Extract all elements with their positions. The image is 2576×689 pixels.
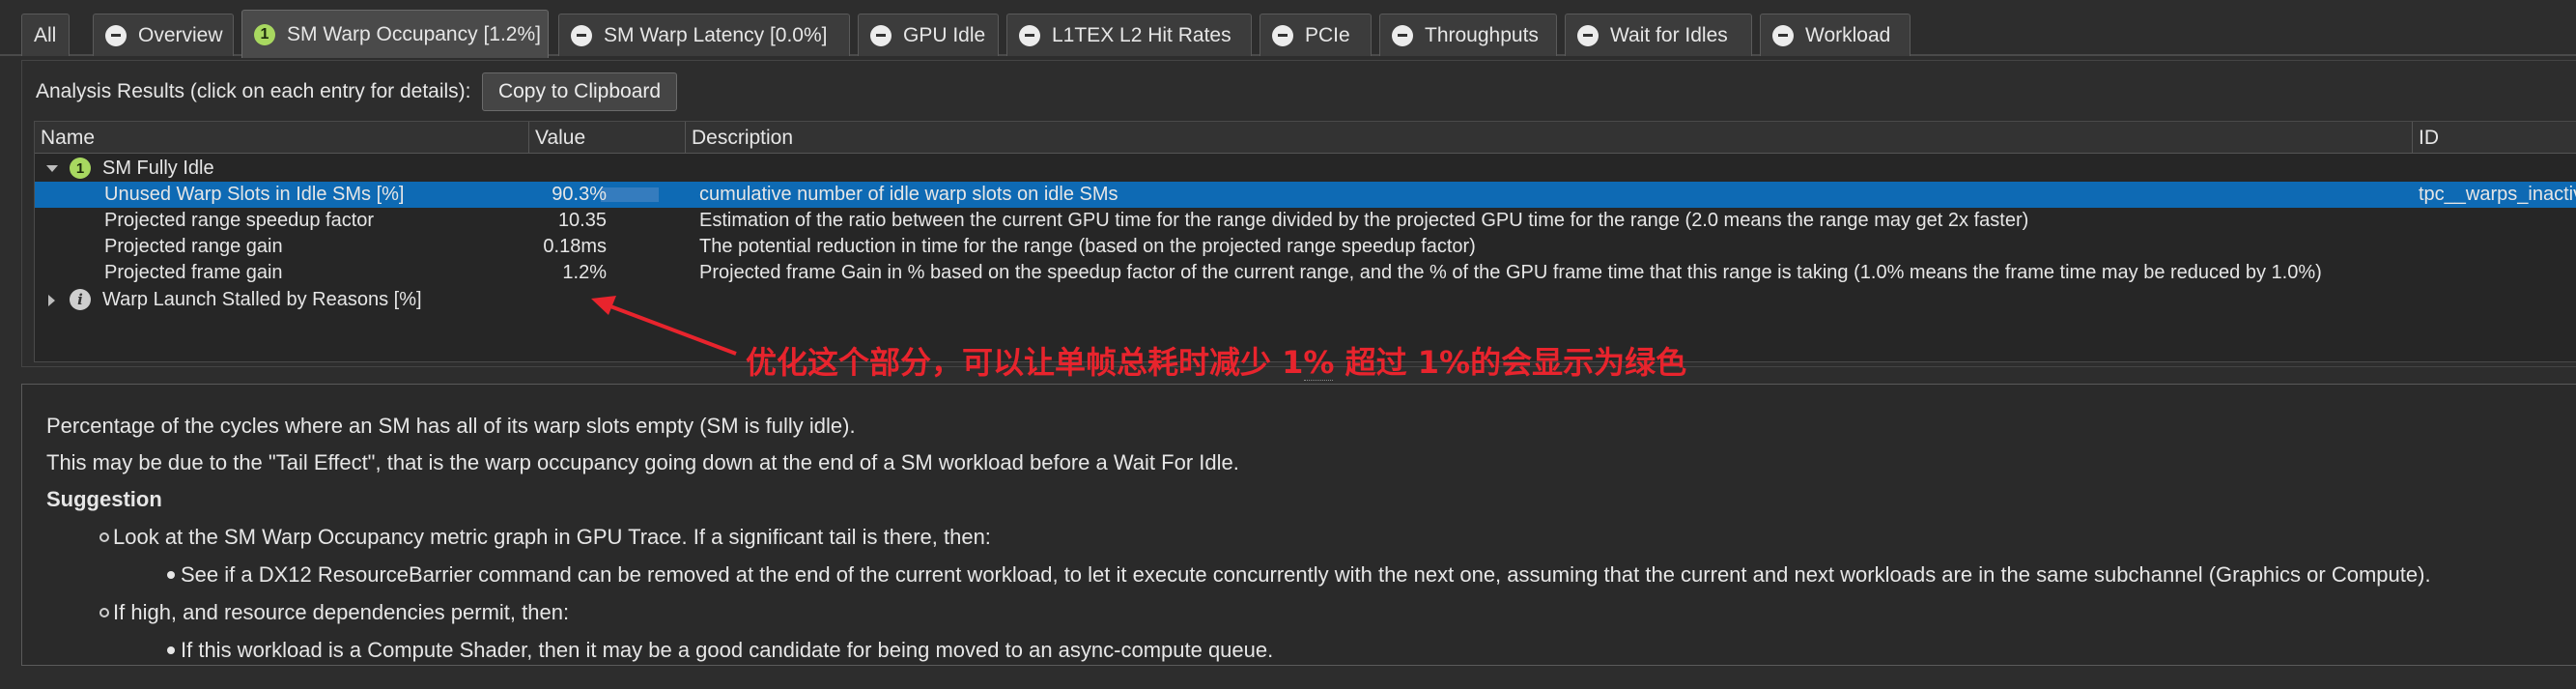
results-label: Analysis Results (click on each entry fo…: [36, 80, 471, 102]
tab-label: Overview: [138, 23, 223, 46]
row-description: Estimation of the ratio between the curr…: [699, 210, 2029, 231]
number-one-badge-icon: 1: [70, 158, 91, 179]
tab-pcie[interactable]: PCIe: [1260, 14, 1372, 56]
suggestion-subitem: See if a DX12 ResourceBarrier command ca…: [167, 562, 2431, 588]
tab-label: GPU Idle: [903, 23, 986, 46]
tab-gpu-idle[interactable]: GPU Idle: [858, 14, 999, 56]
table-row-unused-warp-slots[interactable]: Unused Warp Slots in Idle SMs [%] 90.3% …: [35, 182, 2576, 208]
tab-bar: All Overview 1 SM Warp Occupancy [1.2%] …: [0, 0, 2576, 58]
minus-circle-icon: [870, 24, 892, 46]
details-panel: Percentage of the cycles where an SM has…: [21, 384, 2576, 666]
analysis-results-panel: Analysis Results (click on each entry fo…: [21, 60, 2576, 367]
group-name: SM Fully Idle: [102, 158, 214, 179]
group-name: Warp Launch Stalled by Reasons [%]: [102, 289, 422, 310]
column-header-value[interactable]: Value: [529, 122, 686, 154]
suggestion-item: Look at the SM Warp Occupancy metric gra…: [99, 525, 991, 550]
row-id: tpc__warps_inactive_: [2419, 184, 2576, 205]
bullet-icon: [167, 646, 175, 654]
row-value: 1.2%: [562, 262, 607, 283]
table-header: Name Value Description ID: [35, 122, 2576, 154]
column-header-description[interactable]: Description: [686, 122, 2413, 154]
tab-sm-warp-occupancy[interactable]: 1 SM Warp Occupancy [1.2%]: [241, 10, 549, 58]
row-value: 0.18ms: [543, 236, 607, 257]
annotation-text: 优化这个部分，可以让单帧总耗时减少 1% 超过 1%的会显示为绿色: [746, 344, 1687, 381]
tab-label: Workload: [1805, 23, 1891, 46]
tab-label: Wait for Idles: [1610, 23, 1728, 46]
expand-caret-icon[interactable]: [46, 165, 58, 172]
suggestion-subitem: If this workload is a Compute Shader, th…: [167, 638, 1273, 663]
results-header: Analysis Results (click on each entry fo…: [36, 73, 471, 110]
tab-overview[interactable]: Overview: [93, 14, 234, 56]
minus-circle-icon: [1272, 24, 1293, 46]
tab-sm-warp-latency[interactable]: SM Warp Latency [0.0%]: [558, 14, 850, 56]
minus-circle-icon: [1772, 24, 1794, 46]
row-description: cumulative number of idle warp slots on …: [699, 184, 1118, 205]
annotation-arrow-icon: [591, 296, 737, 356]
row-name: Projected range speedup factor: [104, 210, 375, 231]
tab-label: All: [34, 23, 57, 46]
row-name: Projected range gain: [104, 236, 283, 257]
expand-caret-icon[interactable]: [48, 295, 55, 306]
suggestion-heading: Suggestion: [46, 487, 162, 511]
minus-circle-icon: [1392, 24, 1413, 46]
tab-label: Throughputs: [1425, 23, 1539, 46]
tab-l1tex-l2-hit-rates[interactable]: L1TEX L2 Hit Rates: [1006, 14, 1252, 56]
tab-label: SM Warp Occupancy [1.2%]: [287, 22, 541, 45]
column-header-name[interactable]: Name: [35, 122, 529, 154]
info-icon: i: [70, 289, 91, 310]
suggestion-subitem-text: See if a DX12 ResourceBarrier command ca…: [181, 562, 2431, 587]
minus-circle-icon: [571, 24, 592, 46]
row-name: Unused Warp Slots in Idle SMs [%]: [104, 184, 405, 205]
row-description: The potential reduction in time for the …: [699, 236, 1476, 257]
row-value: 10.35: [557, 210, 607, 231]
value-bar: [601, 187, 659, 202]
number-one-badge-icon: 1: [254, 23, 275, 45]
group-row-warp-launch-stalled[interactable]: i Warp Launch Stalled by Reasons [%]: [35, 287, 2576, 313]
suggestion-item: If high, and resource dependencies permi…: [99, 600, 569, 625]
table-row-projected-range-speedup[interactable]: Projected range speedup factor 10.35 Est…: [35, 208, 2576, 234]
table-row-projected-range-gain[interactable]: Projected range gain 0.18ms The potentia…: [35, 234, 2576, 260]
row-description: Projected frame Gain in % based on the s…: [699, 262, 2322, 283]
bottom-strip: [0, 669, 2576, 689]
tab-all[interactable]: All: [21, 14, 70, 56]
copy-to-clipboard-button[interactable]: Copy to Clipboard: [482, 72, 677, 111]
tab-throughputs[interactable]: Throughputs: [1379, 14, 1557, 56]
suggestion-subitem-text: If this workload is a Compute Shader, th…: [181, 638, 1274, 662]
tab-label: SM Warp Latency [0.0%]: [604, 23, 828, 46]
tab-label: PCIe: [1305, 23, 1350, 46]
group-row-sm-fully-idle[interactable]: 1 SM Fully Idle: [35, 156, 2576, 182]
tab-workload[interactable]: Workload: [1760, 14, 1911, 56]
suggestion-item-text: If high, and resource dependencies permi…: [113, 600, 570, 624]
suggestion-item-text: Look at the SM Warp Occupancy metric gra…: [113, 525, 991, 549]
tab-wait-for-idles[interactable]: Wait for Idles: [1565, 14, 1752, 56]
table-row-projected-frame-gain[interactable]: Projected frame gain 1.2% Projected fram…: [35, 260, 2576, 286]
details-text-line: This may be due to the "Tail Effect", th…: [46, 450, 1239, 474]
results-table: Name Value Description ID 1 SM Fully Idl…: [34, 121, 2576, 362]
hollow-bullet-icon: [99, 532, 109, 542]
minus-circle-icon: [1577, 24, 1599, 46]
column-header-id[interactable]: ID: [2413, 122, 2576, 154]
minus-circle-icon: [105, 24, 127, 46]
minus-circle-icon: [1019, 24, 1040, 46]
row-name: Projected frame gain: [104, 262, 283, 283]
bullet-icon: [167, 571, 175, 579]
tab-label: L1TEX L2 Hit Rates: [1052, 23, 1231, 46]
row-value: 90.3%: [552, 184, 607, 205]
hollow-bullet-icon: [99, 608, 109, 617]
details-text-line: Percentage of the cycles where an SM has…: [46, 414, 856, 438]
